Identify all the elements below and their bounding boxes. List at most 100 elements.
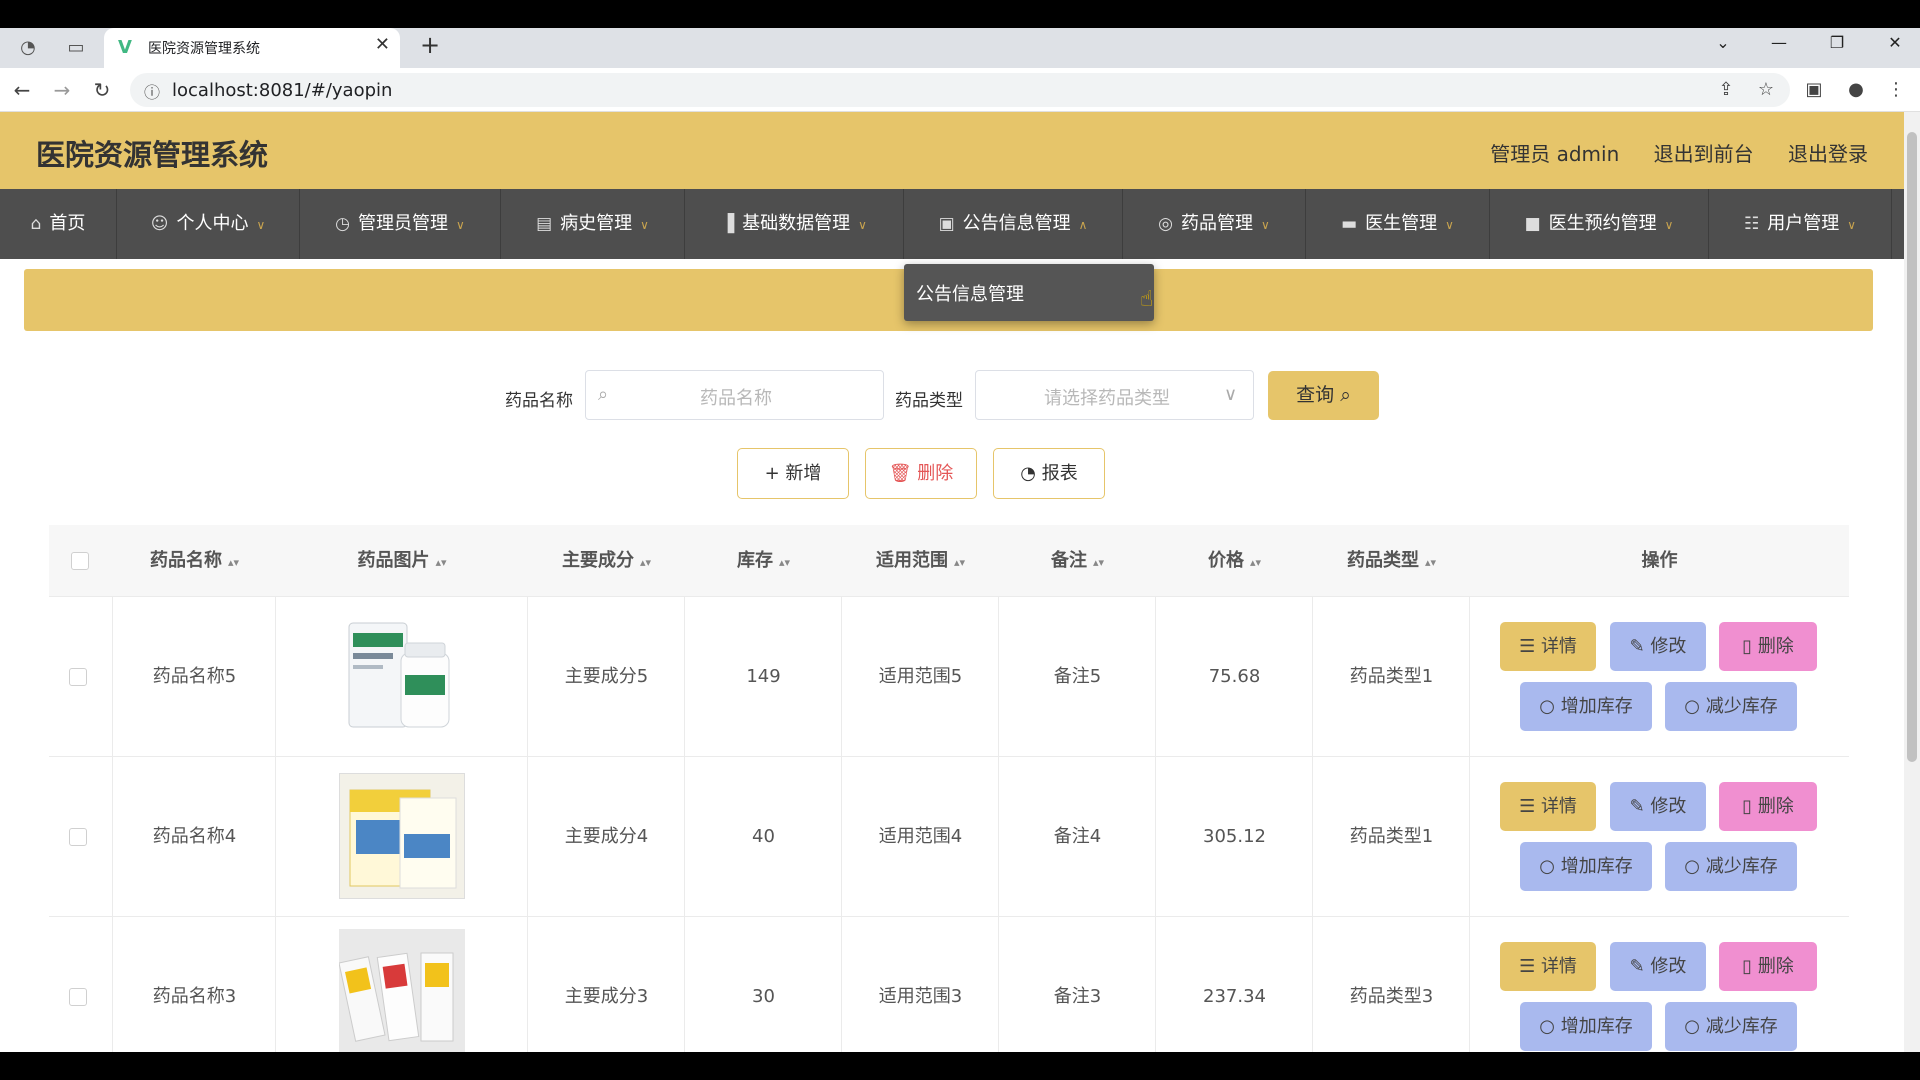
type-select[interactable]: 请选择药品类型 ∨ bbox=[975, 370, 1254, 420]
menu-notice[interactable]: ▣ 公告信息管理 ∧ bbox=[904, 189, 1123, 259]
edit-button[interactable]: ✎ 修改 bbox=[1610, 782, 1706, 831]
menu-label: 基础数据管理 bbox=[742, 213, 851, 234]
browser-menu-icon[interactable]: ◔ bbox=[16, 36, 40, 60]
detail-button[interactable]: ☰ 详情 bbox=[1500, 942, 1596, 991]
dropdown-item-notice[interactable]: 公告信息管理 bbox=[916, 280, 1024, 306]
th-price[interactable]: 价格 ▴▾ bbox=[1156, 525, 1313, 597]
menu-users[interactable]: ☷ 用户管理 ∨ bbox=[1709, 189, 1892, 259]
pin-icon: ○ bbox=[1539, 696, 1555, 717]
address-bar: ← → ↻ ⓘ localhost:8081/#/yaopin ⇪ ☆ ▣ ● … bbox=[0, 68, 1920, 112]
th-scope[interactable]: 适用范围 ▴▾ bbox=[842, 525, 999, 597]
cell-type: 药品类型1 bbox=[1349, 826, 1434, 847]
tab-group-icon[interactable]: ▭ bbox=[64, 36, 88, 60]
menu-personal[interactable]: ☺ 个人中心 ∨ bbox=[117, 189, 300, 259]
delete-button[interactable]: ▯ 删除 bbox=[1719, 782, 1817, 831]
detail-button[interactable]: ☰ 详情 bbox=[1500, 622, 1596, 671]
menu-home[interactable]: ⌂ 首页 bbox=[0, 189, 117, 259]
th-image[interactable]: 药品图片 ▴▾ bbox=[276, 525, 528, 597]
op-label: 增加库存 bbox=[1560, 856, 1633, 877]
edit-button[interactable]: ✎ 修改 bbox=[1610, 622, 1706, 671]
forward-icon[interactable]: → bbox=[48, 76, 76, 104]
add-stock-button[interactable]: ○ 增加库存 bbox=[1520, 842, 1652, 891]
current-user: 管理员 admin bbox=[1490, 142, 1620, 166]
active-tab[interactable]: V 医院资源管理系统 ✕ bbox=[104, 28, 400, 68]
batch-delete-button[interactable]: 🗑 删除 bbox=[865, 448, 977, 499]
pin-icon: ○ bbox=[1539, 856, 1555, 877]
cell-ingredient: 主要成分4 bbox=[564, 826, 649, 847]
menu-admin[interactable]: ◷ 管理员管理 ∨ bbox=[300, 189, 501, 259]
divider bbox=[275, 757, 276, 917]
minimize-icon[interactable]: — bbox=[1756, 28, 1802, 58]
reload-icon[interactable]: ↻ bbox=[88, 76, 116, 104]
new-tab-icon[interactable]: + bbox=[420, 31, 440, 59]
th-label: 药品类型 bbox=[1346, 550, 1419, 571]
divider bbox=[527, 597, 528, 757]
pencil-icon: ✎ bbox=[1629, 956, 1645, 977]
reduce-stock-button[interactable]: ○ 减少库存 bbox=[1665, 682, 1797, 731]
add-stock-button[interactable]: ○ 增加库存 bbox=[1520, 682, 1652, 731]
name-search-input[interactable]: ⌕ 药品名称 bbox=[585, 370, 884, 420]
profile-icon[interactable]: ● bbox=[1844, 78, 1868, 102]
menu-label: 病史管理 bbox=[560, 213, 633, 234]
close-window-icon[interactable]: ✕ bbox=[1872, 28, 1918, 58]
close-tab-icon[interactable]: ✕ bbox=[375, 34, 390, 55]
medicine-image[interactable] bbox=[339, 773, 465, 899]
type-placeholder: 请选择药品类型 bbox=[1044, 388, 1170, 409]
divider bbox=[684, 757, 685, 917]
circle-icon: ◎ bbox=[1158, 214, 1174, 234]
menu-doctor[interactable]: ▬ 医生管理 ∨ bbox=[1306, 189, 1490, 259]
reduce-stock-button[interactable]: ○ 减少库存 bbox=[1665, 842, 1797, 891]
th-label: 适用范围 bbox=[875, 550, 948, 571]
th-name[interactable]: 药品名称 ▴▾ bbox=[113, 525, 276, 597]
site-info-icon[interactable]: ⓘ bbox=[144, 79, 160, 103]
logout-link[interactable]: 退出登录 bbox=[1788, 142, 1868, 166]
url-field[interactable]: ⓘ localhost:8081/#/yaopin bbox=[130, 73, 1790, 107]
pin-icon: ○ bbox=[1684, 1016, 1700, 1037]
sidepanel-icon[interactable]: ▣ bbox=[1802, 78, 1826, 102]
divider bbox=[1312, 917, 1313, 1052]
row-checkbox[interactable] bbox=[69, 988, 87, 1006]
cell-price: 305.12 bbox=[1203, 826, 1266, 847]
clipboard-icon: ▣ bbox=[938, 214, 955, 234]
tab-search-icon[interactable]: ⌄ bbox=[1700, 28, 1746, 58]
menu-history[interactable]: ▤ 病史管理 ∨ bbox=[501, 189, 685, 259]
menu-label: 首页 bbox=[49, 213, 86, 234]
back-icon[interactable]: ← bbox=[8, 76, 36, 104]
os-bottom-bar bbox=[0, 1052, 1920, 1080]
report-button[interactable]: ◔ 报表 bbox=[993, 448, 1105, 499]
cell-scope: 适用范围5 bbox=[878, 666, 963, 687]
add-stock-button[interactable]: ○ 增加库存 bbox=[1520, 1002, 1652, 1051]
th-note[interactable]: 备注 ▴▾ bbox=[999, 525, 1156, 597]
delete-button[interactable]: ▯ 删除 bbox=[1719, 942, 1817, 991]
delete-button[interactable]: ▯ 删除 bbox=[1719, 622, 1817, 671]
to-front-link[interactable]: 退出到前台 bbox=[1654, 142, 1754, 166]
star-icon[interactable]: ☆ bbox=[1754, 78, 1778, 102]
add-button[interactable]: + 新增 bbox=[737, 448, 849, 499]
home-icon: ⌂ bbox=[30, 214, 42, 234]
menu-medicine[interactable]: ◎ 药品管理 ∨ bbox=[1123, 189, 1306, 259]
row-checkbox[interactable] bbox=[69, 668, 87, 686]
restore-icon[interactable]: ❐ bbox=[1814, 28, 1860, 58]
row-checkbox[interactable] bbox=[69, 828, 87, 846]
vertical-scrollbar[interactable] bbox=[1904, 112, 1920, 1052]
medicine-image[interactable] bbox=[339, 613, 465, 739]
divider bbox=[684, 597, 685, 757]
op-label: 详情 bbox=[1540, 796, 1577, 817]
menu-basedata[interactable]: ▐ 基础数据管理 ∨ bbox=[685, 189, 904, 259]
share-icon[interactable]: ⇪ bbox=[1714, 78, 1738, 102]
scrollbar-thumb[interactable] bbox=[1907, 132, 1917, 762]
table-row: 药品名称4 主要成分4 40 适用范围4 备注4 305.12 药品类型1 ☰ … bbox=[49, 757, 1849, 917]
medicine-image[interactable] bbox=[339, 929, 465, 1052]
edit-button[interactable]: ✎ 修改 bbox=[1610, 942, 1706, 991]
divider bbox=[1312, 757, 1313, 917]
reduce-stock-button[interactable]: ○ 减少库存 bbox=[1665, 1002, 1797, 1051]
query-button[interactable]: 查询 ⌕ bbox=[1268, 371, 1379, 420]
select-all-checkbox[interactable] bbox=[71, 552, 89, 570]
th-type[interactable]: 药品类型 ▴▾ bbox=[1313, 525, 1470, 597]
detail-button[interactable]: ☰ 详情 bbox=[1500, 782, 1596, 831]
menu-appointment[interactable]: ■ 医生预约管理 ∨ bbox=[1490, 189, 1709, 259]
more-icon[interactable]: ⋮ bbox=[1884, 78, 1908, 102]
divider bbox=[1155, 757, 1156, 917]
th-ingredient[interactable]: 主要成分 ▴▾ bbox=[528, 525, 685, 597]
th-stock[interactable]: 库存 ▴▾ bbox=[685, 525, 842, 597]
